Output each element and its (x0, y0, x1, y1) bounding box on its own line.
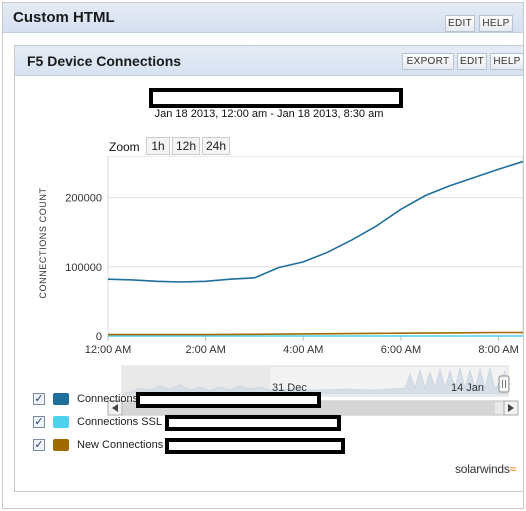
navigator-handle-right[interactable] (498, 375, 510, 393)
solarwinds-logo: solarwinds≈ (455, 462, 516, 476)
help-button[interactable]: HELP (479, 15, 513, 32)
redacted-device-name (149, 88, 403, 108)
panel-help-button[interactable]: HELP (490, 53, 524, 70)
zoom-1h-button[interactable]: 1h (146, 137, 170, 155)
panel-title: F5 Device Connections (27, 53, 182, 69)
panel-header: F5 Device Connections EXPORT EDIT HELP (15, 46, 524, 76)
panel-edit-button[interactable]: EDIT (457, 53, 487, 70)
legend-checkbox-new-connections[interactable]: ✓ (33, 439, 45, 451)
export-button[interactable]: EXPORT (402, 53, 454, 70)
resource-header: Custom HTML EDIT HELP (3, 3, 523, 33)
legend-checkbox-connections[interactable]: ✓ (33, 393, 45, 405)
zoom-24h-button[interactable]: 24h (202, 137, 230, 155)
redacted-legend-name-1 (136, 392, 321, 408)
x-tick-label-1: 2:00 AM (185, 344, 225, 356)
y-tick-label-2: 200000 (65, 193, 102, 205)
legend-checkbox-connections-ssl[interactable]: ✓ (33, 416, 45, 428)
zoom-12h-button[interactable]: 12h (172, 137, 200, 155)
resource-title: Custom HTML (13, 9, 115, 26)
zoom-label: Zoom (109, 140, 140, 154)
y-tick-label-0: 0 (96, 331, 102, 343)
x-tick-label-2: 4:00 AM (283, 344, 323, 356)
date-range: Jan 18 2013, 12:00 am - Jan 18 2013, 8:3… (154, 108, 384, 120)
redacted-legend-name-2 (165, 415, 341, 431)
x-tick-label-4: 8:00 AM (478, 344, 518, 356)
connections-chart: 0 100000 200000 12:00 AM 2:00 AM 4:00 AM 6:00 … (65, 156, 523, 416)
brand-mark-icon: ≈ (509, 462, 517, 476)
plot-area (107, 156, 523, 337)
legend-swatch-connections-ssl (53, 416, 69, 428)
redacted-legend-name-3 (165, 438, 345, 454)
x-tick-label-3: 6:00 AM (381, 344, 421, 356)
legend-label-connections: Connections (77, 393, 139, 405)
legend-swatch-new-connections (53, 439, 69, 451)
y-tick-label-1: 100000 (65, 262, 102, 274)
legend-swatch-connections (53, 393, 69, 405)
legend-label-connections-ssl: Connections SSL (77, 416, 162, 428)
x-tick-label-0: 12:00 AM (85, 344, 131, 356)
custom-html-resource: Custom HTML EDIT HELP F5 Device Connecti… (2, 2, 524, 509)
edit-button[interactable]: EDIT (445, 15, 475, 32)
legend-label-new-connections: New Connections (77, 439, 164, 451)
brand-name: solarwinds (455, 462, 510, 476)
navigator-label-14-jan: 14 Jan (451, 382, 484, 394)
f5-device-connections-panel: F5 Device Connections EXPORT EDIT HELP J… (14, 45, 524, 492)
